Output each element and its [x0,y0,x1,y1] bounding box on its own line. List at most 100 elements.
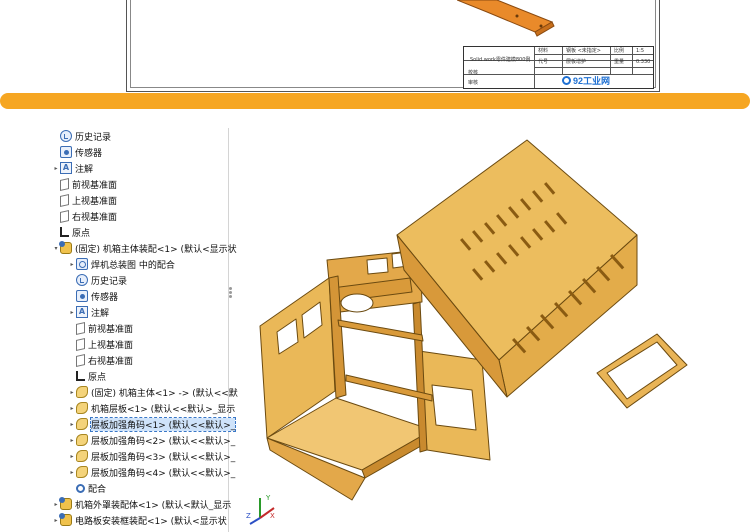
code-value: 层板增护 [566,59,587,65]
annotation-icon: A [76,306,88,318]
part-icon [76,450,88,462]
tree-item[interactable]: 前视基准面 [68,320,133,336]
code-label: 代号 [538,59,549,65]
history-icon [76,274,88,286]
expand-toggle-icon[interactable]: ▸ [52,165,60,172]
tree-item[interactable]: 历史记录 [52,128,111,144]
tree-item[interactable]: 前视基准面 [52,176,117,192]
tree-item[interactable]: ▸ 机箱层板<1> (默认<<默认>_显示 [68,400,235,416]
tree-item-label: 历史记录 [91,276,128,287]
expand-toggle-icon[interactable]: ▸ [68,437,76,444]
material-value: 钢板 <未指定> [566,48,601,54]
plane-icon [60,177,69,191]
tree-item-label: 右视基准面 [72,212,118,223]
mate-group-icon [76,258,88,270]
plane-icon [76,337,85,351]
tree-item-label: 前视基准面 [72,180,118,191]
reviewer-label: 审核 [468,80,479,86]
tree-item[interactable]: ▸ 层板加强角码<4> (默认<<默认>_ [68,464,235,480]
circuit-board-frame[interactable] [596,333,688,409]
part-icon [76,434,88,446]
title-block: Solid work零件建模800例 校核 审核 材料 钢板 <未指定> 代号 … [463,46,654,89]
tree-item-label: 右视基准面 [88,356,134,367]
expand-toggle-icon[interactable]: ▸ [68,453,76,460]
tree-item[interactable]: 传感器 [68,288,118,304]
plane-icon [76,321,85,335]
origin-icon [60,227,69,237]
tree-item[interactable]: ▸ 焊机总装图 中的配合 [68,256,175,272]
tree-item-label: 机箱层板<1> (默认<<默认>_显示 [91,404,236,415]
tree-item[interactable]: 右视基准面 [52,208,117,224]
sensor-icon [60,146,72,158]
tree-item[interactable]: 历史记录 [68,272,127,288]
expand-toggle-icon[interactable]: ▸ [68,261,76,268]
tree-item-label: 层板加强角码<4> (默认<<默认>_ [91,468,236,479]
part-icon [76,402,88,414]
tree-item-label: (固定) 机箱主体<1> -> (默认<<默 [91,388,238,399]
expand-toggle-icon[interactable]: ▸ [68,389,76,396]
assembly-icon [59,513,72,526]
tree-item[interactable]: ▸ A 注解 [68,304,109,320]
tree-item-label: 上视基准面 [88,340,134,351]
tree-item[interactable]: 配合 [68,480,106,496]
tree-item[interactable]: ▸ A 注解 [52,160,93,176]
drawing-sheet: Solid work零件建模800例 校核 审核 材料 钢板 <未指定> 代号 … [126,0,660,92]
tree-item[interactable]: 上视基准面 [68,336,133,352]
tree-item[interactable]: 传感器 [52,144,102,160]
material-label: 材料 [538,48,549,54]
tree-item-label: 配合 [88,484,107,495]
history-icon [60,130,72,142]
expand-toggle-icon[interactable]: ▸ [68,469,76,476]
model-viewport[interactable] [232,120,750,532]
tree-item-label: 上视基准面 [72,196,118,207]
tree-item[interactable]: 上视基准面 [52,192,117,208]
triad-x-label: X [270,512,275,520]
part-icon [76,466,88,478]
site-logo: 92工业网 [562,74,610,87]
tree-item-label: 层板加强角码<2> (默认<<默认>_ [91,436,236,447]
tree-item-label: 机箱外罩装配体<1> (默认<默认_显示 [75,500,232,511]
tree-item-label: 原点 [88,372,107,383]
tree-item[interactable]: ▸ 层板加强角码<1> (默认<<默认>_ [68,416,237,432]
plane-icon [76,353,85,367]
tree-item[interactable]: ▸ (固定) 机箱主体<1> -> (默认<<默 [68,384,238,400]
assembly-icon [59,241,72,254]
tree-item[interactable]: 原点 [68,368,106,384]
logo-text: 92工业网 [573,76,611,86]
part-icon [76,418,88,430]
assembly-icon [59,497,72,510]
tree-item-label: 注解 [75,164,94,175]
tree-item[interactable]: ▸ 层板加强角码<2> (默认<<默认>_ [68,432,235,448]
tree-item[interactable]: ▸ 电路板安装框装配<1> (默认<显示状 [52,512,227,528]
weight-value: 0.330 [636,59,651,65]
tree-item-label: 前视基准面 [88,324,134,335]
tree-item[interactable]: ▸ 机箱外罩装配体<1> (默认<默认_显示 [52,496,231,512]
triad-z-label: Z [246,512,251,520]
mates-icon [76,483,85,493]
plane-icon [60,209,69,223]
sensor-icon [76,290,88,302]
expand-toggle-icon[interactable]: ▸ [68,421,76,428]
tree-item-label: 原点 [72,228,91,239]
tree-item[interactable]: 原点 [52,224,90,240]
triad-y-label: Y [265,494,271,502]
feature-manager-tree[interactable]: 历史记录 传感器 ▸ A 注解 前视基准面 上视基准面 右视基准面 原点 ▾ (固定) 机箱主体装配… [50,128,238,532]
tree-item[interactable]: 右视基准面 [68,352,133,368]
part-icon [76,386,88,398]
section-separator [0,93,750,109]
scale-value: 1:5 [636,48,645,54]
tree-item-label: 注解 [91,308,110,319]
tree-item[interactable]: ▾ (固定) 机箱主体装配<1> (默认<显示状 [52,240,237,256]
tree-item-label: 传感器 [91,292,119,303]
annotation-icon: A [60,162,72,174]
expand-toggle-icon[interactable]: ▸ [68,405,76,412]
drawing-part-view [457,0,555,37]
weight-label: 重量 [614,59,625,65]
tree-item[interactable]: ▸ 层板加强角码<3> (默认<<默认>_ [68,448,235,464]
origin-icon [76,371,85,381]
logo-mark-icon [562,76,571,85]
drawing-title: Solid work零件建模800例 [470,57,531,63]
checker-label: 校核 [468,70,479,76]
expand-toggle-icon[interactable]: ▸ [68,309,76,316]
tree-item-label: 传感器 [75,148,103,159]
